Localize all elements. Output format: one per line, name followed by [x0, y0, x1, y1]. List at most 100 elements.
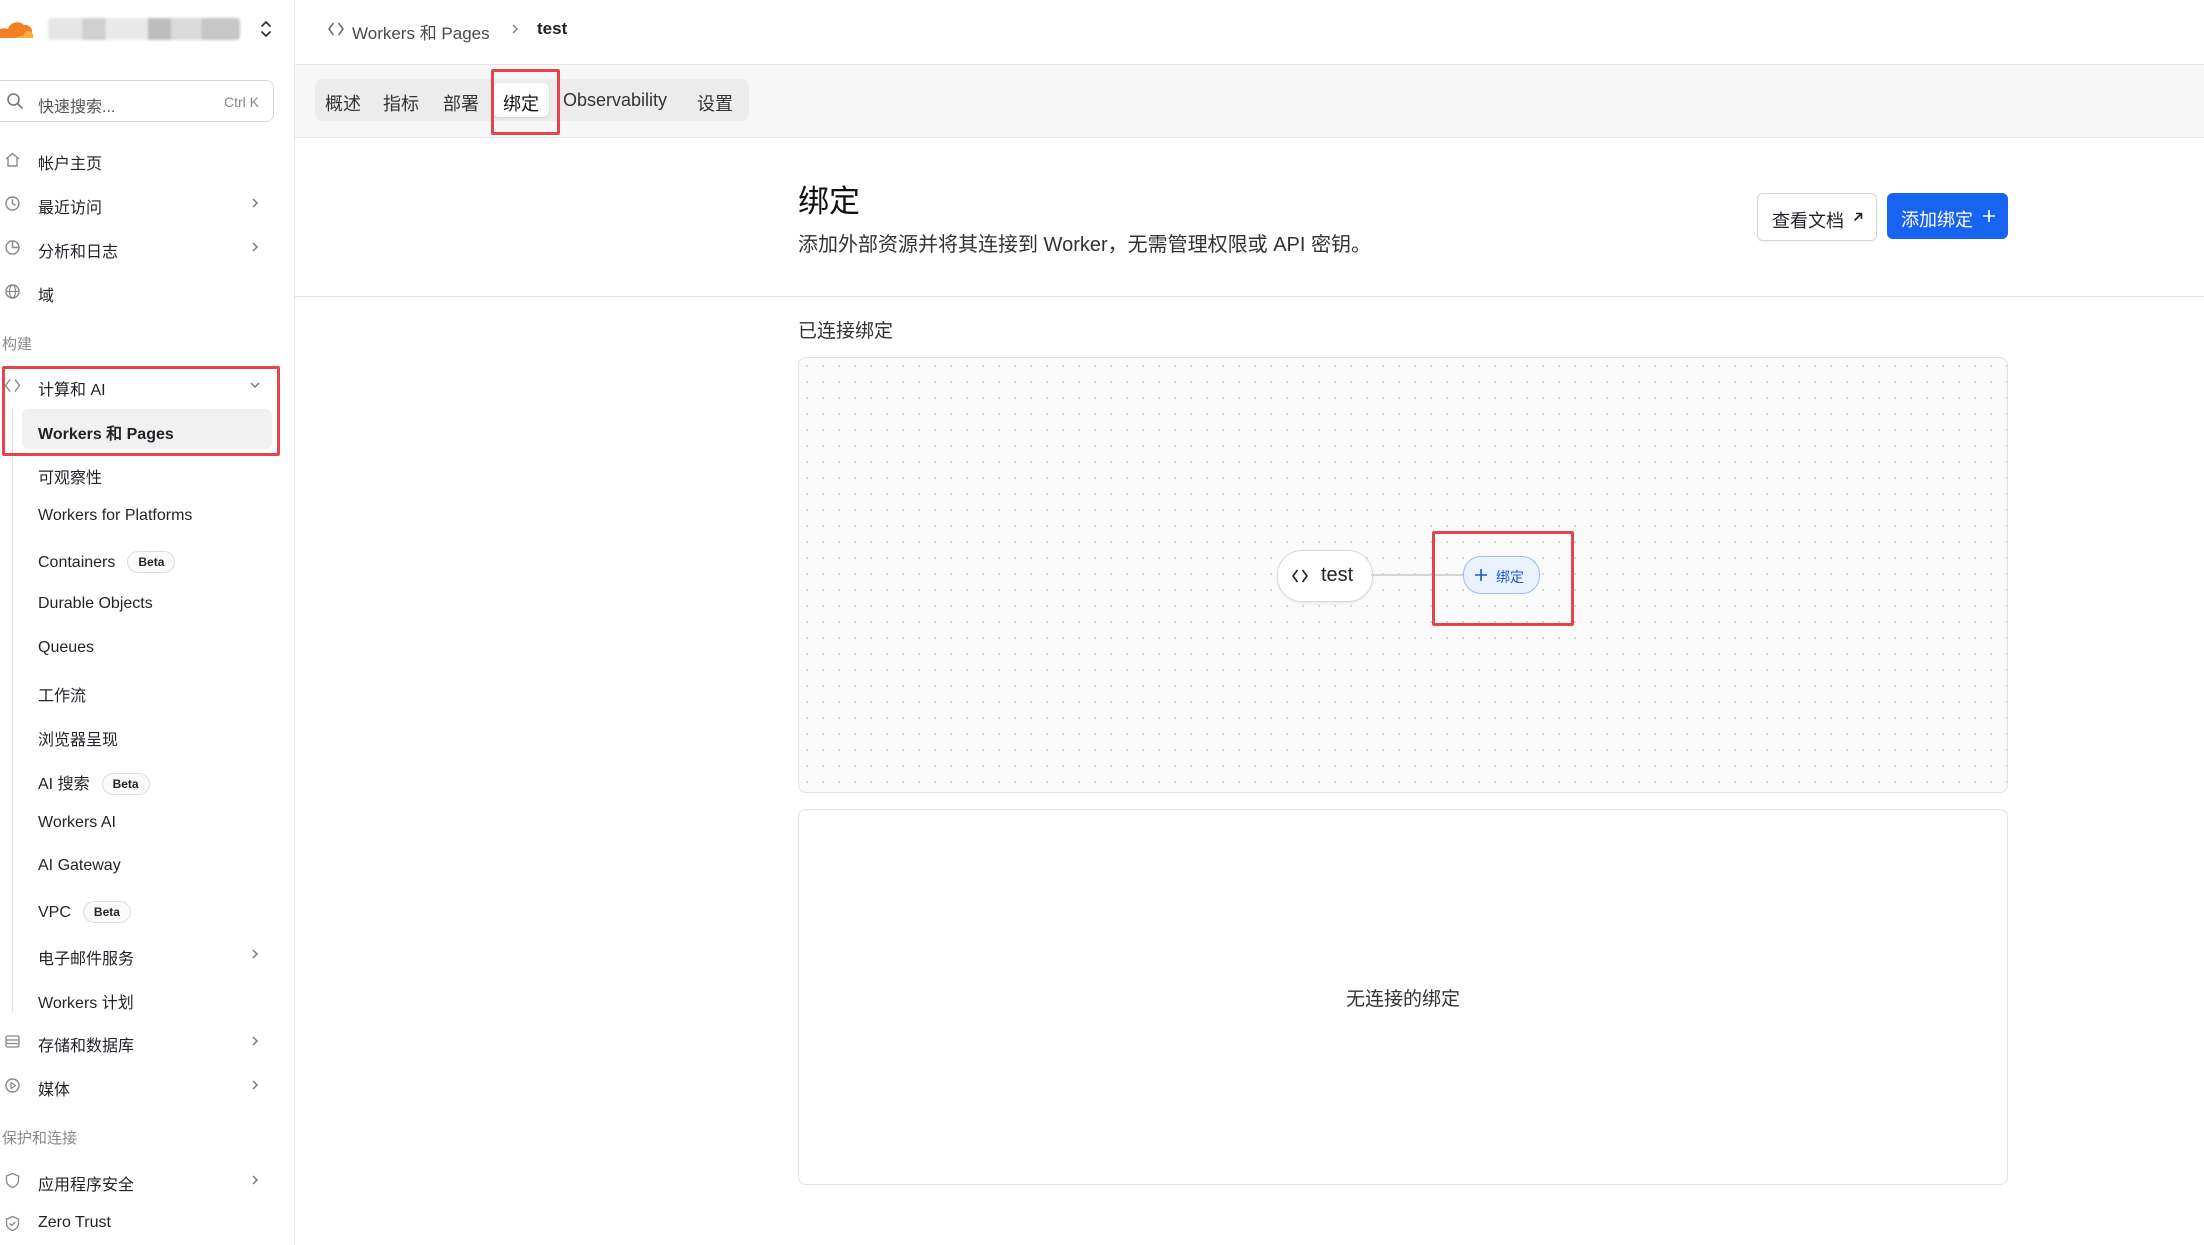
sidebar-item-analytics[interactable]: 分析和日志: [0, 227, 270, 267]
tab-deployments[interactable]: 部署: [443, 79, 485, 121]
chevron-right-icon: [252, 198, 259, 208]
sidebar-item-vpc[interactable]: VPC Beta: [22, 890, 272, 930]
home-icon: [5, 152, 20, 167]
sidebar-item-durable-objects[interactable]: Durable Objects: [22, 584, 272, 624]
search-shortcut: Ctrl K: [224, 94, 259, 110]
sidebar-item-label: 浏览器呈现: [38, 732, 119, 749]
sidebar-item-domains[interactable]: 域: [0, 271, 270, 311]
tab-label: 设置: [697, 94, 733, 114]
sidebar-item-containers[interactable]: Containers Beta: [22, 540, 272, 580]
sidebar-item-observability[interactable]: 可观察性: [22, 453, 272, 493]
sidebar-item-app-security[interactable]: 应用程序安全: [0, 1160, 270, 1200]
empty-state-text: 无连接的绑定: [1345, 989, 1460, 1010]
sidebar: 快速搜索... Ctrl K 帐户主页 最近访问 分析和日志 域 构建 计算和 …: [0, 0, 295, 1245]
search-placeholder: 快速搜索...: [38, 99, 116, 116]
clock-icon: [5, 196, 20, 211]
breadcrumb-parent-link[interactable]: Workers 和 Pages: [352, 19, 490, 44]
item-text: AI 搜索: [38, 776, 90, 793]
tab-label: 部署: [443, 94, 479, 114]
quick-search[interactable]: 快速搜索... Ctrl K: [0, 80, 274, 122]
sidebar-item-label: Workers for Platforms: [38, 507, 193, 524]
sidebar-item-label: 电子邮件服务: [38, 951, 135, 968]
sidebar-item-label: 域: [38, 288, 55, 305]
tab-overview[interactable]: 概述: [325, 79, 367, 121]
plus-icon: [1983, 210, 1995, 222]
sidebar-item-zero-trust[interactable]: Zero Trust: [0, 1203, 270, 1243]
tab-settings[interactable]: 设置: [697, 79, 739, 121]
page-header: 绑定 添加外部资源并将其连接到 Worker，无需管理权限或 API 密钥。 查…: [295, 138, 2204, 297]
sidebar-item-label: 最近访问: [38, 200, 103, 217]
sidebar-item-label: AI Gateway: [38, 857, 121, 874]
sidebar-item-account-home[interactable]: 帐户主页: [0, 139, 270, 179]
beta-badge: Beta: [101, 773, 150, 795]
beta-badge: Beta: [82, 901, 131, 923]
tab-metrics[interactable]: 指标: [383, 79, 425, 121]
chart-pie-icon: [5, 240, 20, 255]
chevron-right-icon: [252, 1080, 259, 1090]
highlight-box-bindings-tab: [491, 69, 560, 135]
worker-node[interactable]: test: [1277, 550, 1373, 602]
item-text: VPC: [38, 904, 71, 921]
account-header[interactable]: [0, 10, 294, 48]
external-link-arrow-icon: [1853, 212, 1863, 222]
sidebar-item-label: 存储和数据库: [38, 1038, 135, 1055]
globe-icon: [5, 284, 20, 299]
sidebar-item-label: 帐户主页: [38, 156, 103, 173]
sidebar-item-label: 分析和日志: [38, 244, 119, 261]
sidebar-item-ai-gateway[interactable]: AI Gateway: [22, 846, 272, 886]
tab-label: 概述: [325, 94, 361, 114]
sidebar-item-label: Workers AI: [38, 814, 116, 831]
page-title: 绑定: [798, 184, 860, 219]
sidebar-item-workers-for-platforms[interactable]: Workers for Platforms: [22, 496, 272, 536]
highlight-box-add-binding: [1432, 531, 1574, 626]
sidebar-item-workers-plans[interactable]: Workers 计划: [22, 978, 272, 1018]
account-name-redacted: [48, 18, 240, 40]
sidebar-item-storage-databases[interactable]: 存储和数据库: [0, 1021, 270, 1061]
item-text: Containers: [38, 554, 116, 571]
button-label: 添加绑定: [1901, 210, 1973, 230]
chevron-right-icon: [252, 949, 259, 959]
view-docs-button[interactable]: 查看文档: [1757, 193, 1877, 241]
section-label-build: 构建: [2, 336, 33, 353]
add-binding-button[interactable]: 添加绑定: [1887, 193, 2008, 239]
sidebar-item-browser-rendering[interactable]: 浏览器呈现: [22, 715, 272, 755]
shield-check-icon: [5, 1215, 20, 1232]
sidebar-item-label: Queues: [38, 639, 95, 656]
sidebar-item-label: 媒体: [38, 1082, 71, 1099]
page-description: 添加外部资源并将其连接到 Worker，无需管理权限或 API 密钥。: [798, 234, 1371, 256]
sidebar-item-ai-search[interactable]: AI 搜索 Beta: [22, 759, 272, 799]
sidebar-item-workers-ai[interactable]: Workers AI: [22, 803, 272, 843]
top-bar: Workers 和 Pages test: [295, 0, 2204, 65]
submenu-guide-line: [12, 408, 13, 1012]
cloudflare-logo: [0, 22, 34, 38]
section-label-protect: 保护和连接: [2, 1130, 78, 1147]
sidebar-item-workflows[interactable]: 工作流: [22, 671, 272, 711]
search-icon: [7, 93, 23, 109]
tab-label: 指标: [383, 94, 419, 114]
tab-observability[interactable]: Observability: [563, 79, 675, 121]
sidebar-item-recent[interactable]: 最近访问: [0, 183, 270, 223]
tab-strip: 概述 指标 部署 绑定 Observability 设置: [295, 65, 2204, 138]
sidebar-item-queues[interactable]: Queues: [22, 628, 272, 668]
sidebar-item-label: Containers Beta: [38, 551, 176, 573]
play-circle-icon: [5, 1078, 20, 1093]
chevron-right-icon: [512, 24, 519, 34]
database-icon: [5, 1035, 20, 1048]
code-diamond-icon: [1292, 569, 1308, 583]
chevron-right-icon: [252, 1036, 259, 1046]
sidebar-item-label: 工作流: [38, 688, 87, 705]
empty-bindings-panel: 无连接的绑定: [798, 809, 2008, 1185]
sidebar-item-label: VPC Beta: [38, 901, 131, 923]
sidebar-item-label: Workers 计划: [38, 995, 134, 1012]
worker-node-label: test: [1321, 564, 1354, 586]
breadcrumb-current: test: [537, 19, 568, 38]
bindings-graph-canvas[interactable]: test 绑定: [798, 357, 2008, 793]
sidebar-item-email-service[interactable]: 电子邮件服务: [22, 934, 272, 974]
code-diamond-icon: [328, 22, 344, 36]
sidebar-item-label: Durable Objects: [38, 595, 153, 612]
chevron-up-down-icon[interactable]: [258, 18, 274, 40]
sidebar-item-label: 应用程序安全: [38, 1177, 135, 1194]
highlight-box-compute-ai: [2, 366, 280, 456]
sidebar-item-media[interactable]: 媒体: [0, 1065, 270, 1105]
chevron-right-icon: [252, 1175, 259, 1185]
